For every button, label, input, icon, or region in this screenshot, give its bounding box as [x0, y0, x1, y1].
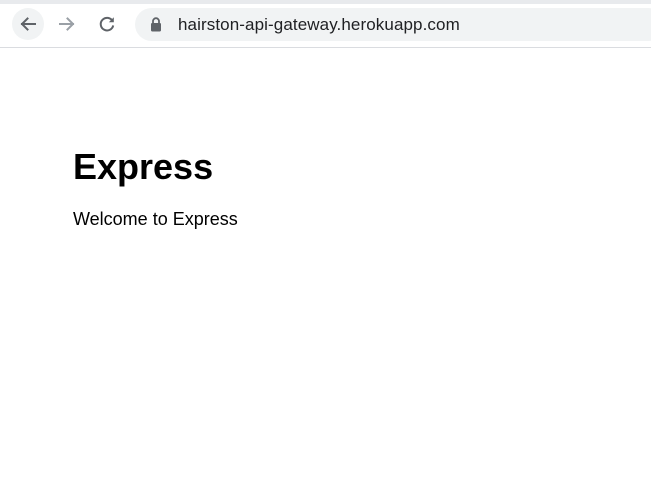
- page-title: Express: [73, 146, 214, 187]
- reload-icon: [99, 16, 115, 32]
- browser-toolbar: hairston-api-gateway.herokuapp.com: [0, 0, 651, 48]
- welcome-text: Welcome to Express: [73, 209, 238, 229]
- arrow-right-icon: [59, 17, 75, 31]
- url-text[interactable]: hairston-api-gateway.herokuapp.com: [178, 15, 460, 35]
- forward-button[interactable]: [51, 8, 83, 40]
- arrow-left-icon: [20, 17, 36, 31]
- lock-icon[interactable]: [150, 17, 162, 32]
- address-bar[interactable]: hairston-api-gateway.herokuapp.com: [135, 8, 651, 41]
- back-button[interactable]: [12, 8, 44, 40]
- reload-button[interactable]: [91, 8, 123, 40]
